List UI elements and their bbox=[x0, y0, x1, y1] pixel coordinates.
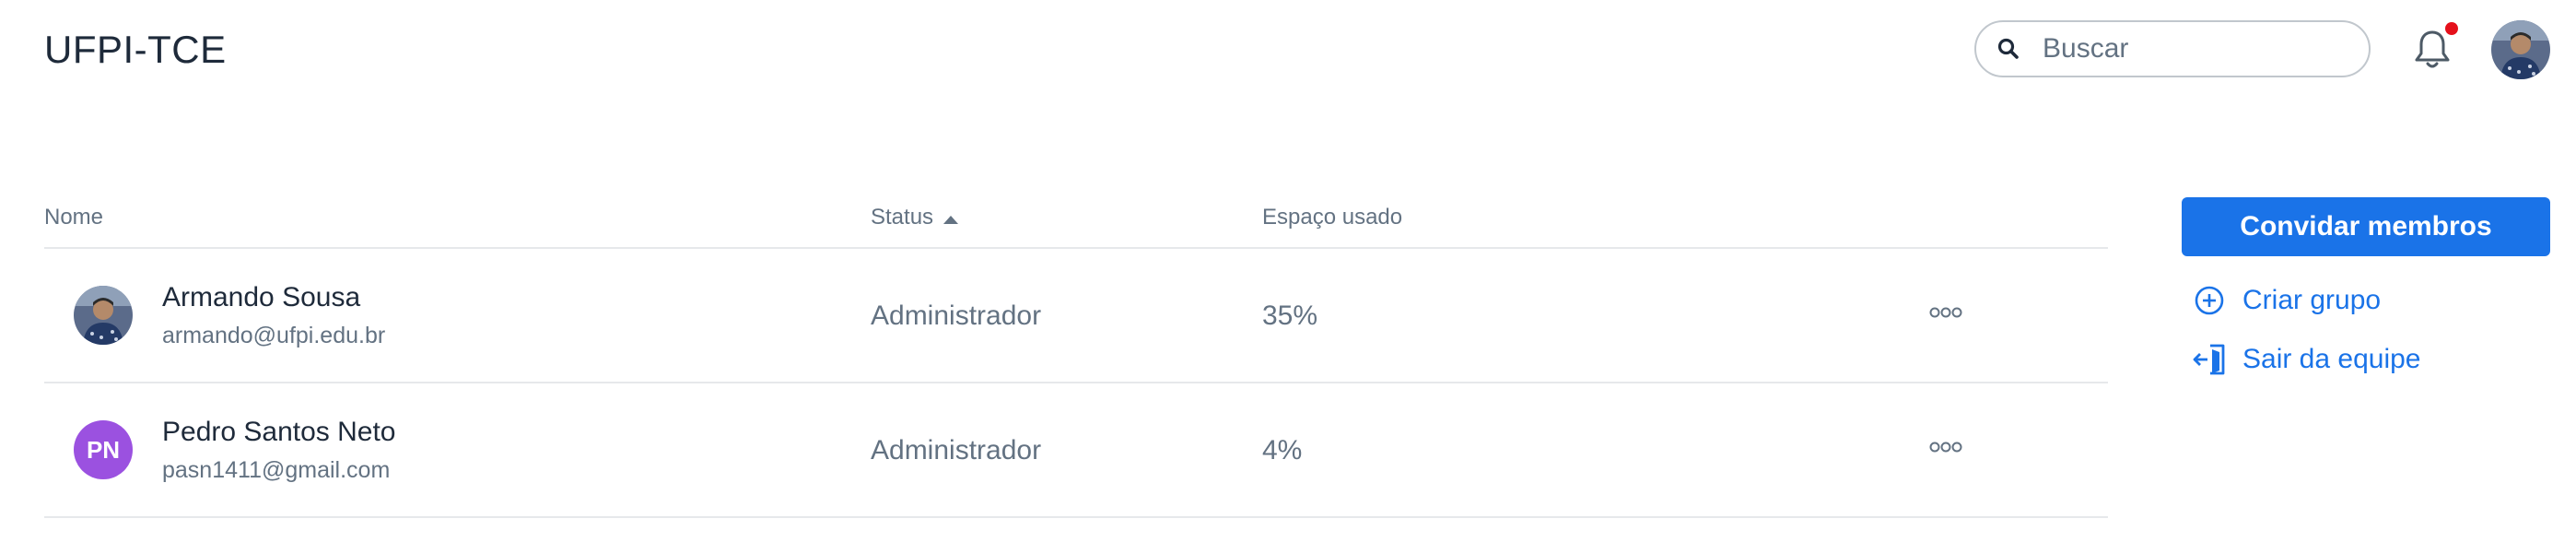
search-box[interactable] bbox=[1974, 20, 2371, 77]
table-header: Nome Status Espaço usado bbox=[44, 184, 2108, 249]
members-table: Nome Status Espaço usado Armando Sousa a… bbox=[44, 184, 2108, 518]
leave-team-link[interactable]: Sair da equipe bbox=[2191, 341, 2420, 378]
plus-circle-icon bbox=[2191, 282, 2228, 319]
column-header-name[interactable]: Nome bbox=[44, 205, 103, 230]
member-status: Administrador bbox=[871, 300, 1042, 331]
sort-ascending-icon bbox=[943, 206, 959, 231]
notifications-button[interactable] bbox=[2412, 22, 2458, 72]
avatar bbox=[74, 286, 133, 345]
search-icon bbox=[1996, 36, 2022, 62]
member-email: armando@ufpi.edu.br bbox=[162, 323, 386, 348]
row-more-button[interactable] bbox=[1924, 435, 1968, 463]
table-row: Armando Sousa armando@ufpi.edu.br Admini… bbox=[44, 249, 2108, 383]
search-input[interactable] bbox=[2041, 32, 2348, 65]
invite-members-button[interactable]: Convidar membros bbox=[2182, 197, 2550, 256]
member-name: Pedro Santos Neto bbox=[162, 417, 396, 447]
member-email: pasn1411@gmail.com bbox=[162, 457, 391, 483]
member-name: Armando Sousa bbox=[162, 282, 361, 312]
avatar-initials: PN bbox=[86, 435, 121, 464]
bell-icon bbox=[2412, 30, 2453, 76]
column-header-status-label: Status bbox=[871, 205, 934, 230]
row-more-button[interactable] bbox=[1924, 300, 1968, 328]
notification-badge bbox=[2445, 22, 2458, 35]
member-status: Administrador bbox=[871, 435, 1042, 465]
leave-team-label: Sair da equipe bbox=[2242, 344, 2421, 374]
member-space-used: 4% bbox=[1262, 435, 1303, 465]
column-header-space[interactable]: Espaço usado bbox=[1262, 205, 1402, 230]
member-space-used: 35% bbox=[1262, 300, 1318, 331]
avatar: PN bbox=[74, 420, 133, 479]
more-horizontal-icon bbox=[1927, 441, 1964, 458]
create-group-label: Criar grupo bbox=[2242, 285, 2382, 315]
create-group-link[interactable]: Criar grupo bbox=[2191, 282, 2381, 319]
exit-door-icon bbox=[2191, 341, 2228, 378]
page-title: UFPI-TCE bbox=[44, 28, 227, 71]
column-header-status[interactable]: Status bbox=[871, 205, 959, 231]
table-row: PN Pedro Santos Neto pasn1411@gmail.com … bbox=[44, 383, 2108, 518]
account-avatar[interactable] bbox=[2491, 20, 2550, 79]
more-horizontal-icon bbox=[1927, 306, 1964, 324]
